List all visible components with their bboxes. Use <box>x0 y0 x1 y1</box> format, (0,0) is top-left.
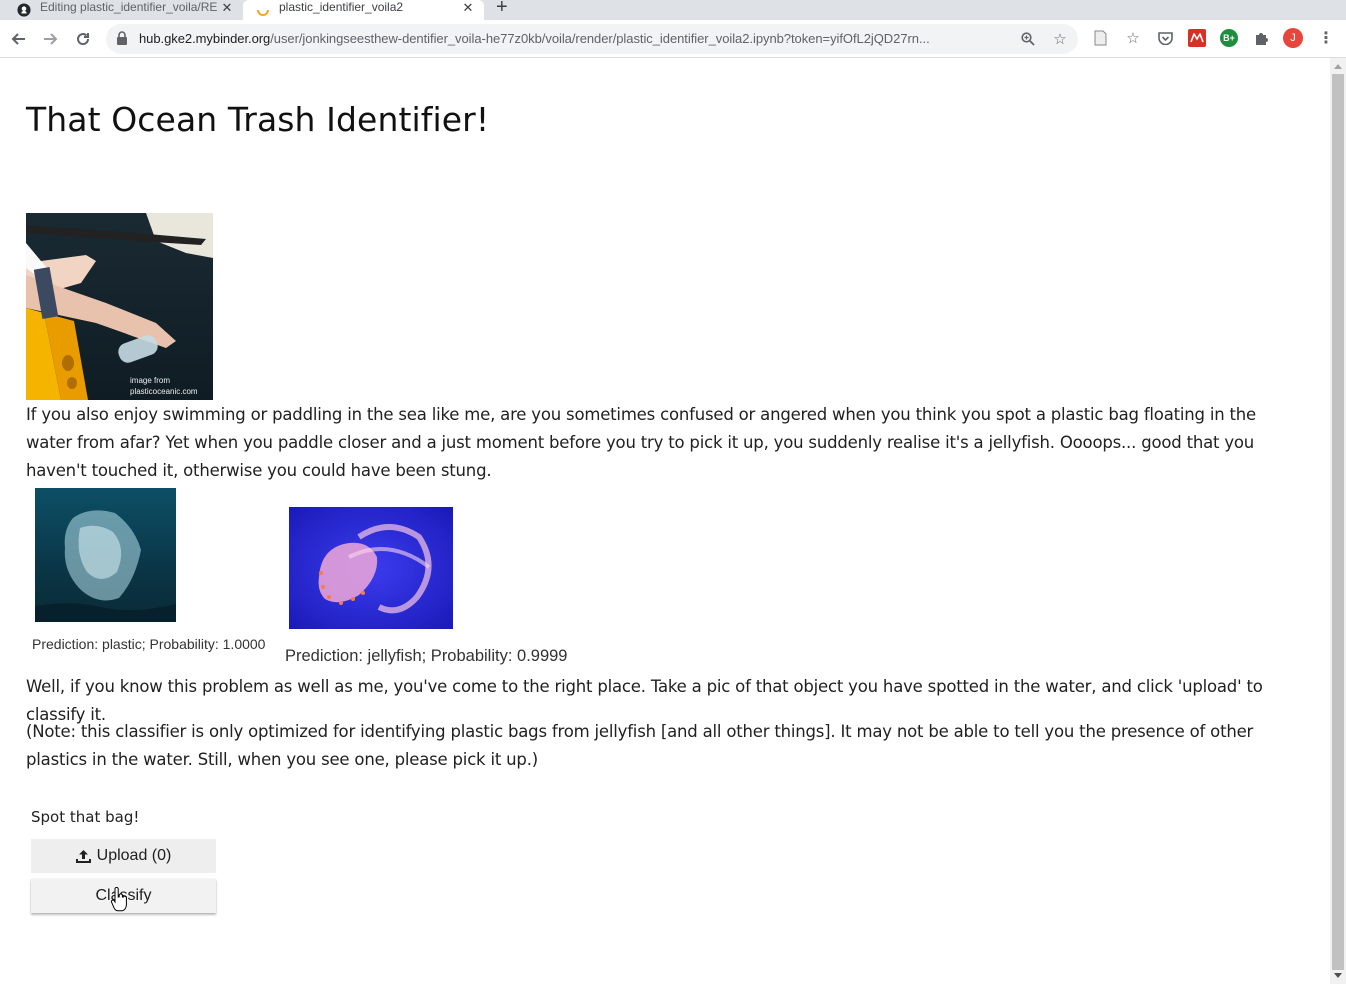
url-text[interactable]: hub.gke2.mybinder.org/user/jonkingseesth… <box>139 31 930 46</box>
back-icon[interactable] <box>7 28 29 50</box>
upload-button-label: Upload (0) <box>96 847 172 864</box>
hero-credit-line1: image from <box>130 376 170 385</box>
tab-close-icon[interactable]: ✕ <box>460 0 476 16</box>
intro-paragraph: If you also enjoy swimming or paddling i… <box>26 405 1257 480</box>
url-path: /user/jonkingseesthew-dentifier_voila-he… <box>270 31 930 46</box>
jellyfish-prediction-caption: Prediction: jellyfish; Probability: 0.99… <box>285 647 568 665</box>
extensions-puzzle-icon[interactable] <box>1252 29 1270 47</box>
note-paragraph: (Note: this classifier is only optimized… <box>26 722 1254 769</box>
upload-button[interactable]: Upload (0) <box>31 839 216 873</box>
lock-icon[interactable] <box>116 31 130 47</box>
forward-icon[interactable] <box>40 28 62 50</box>
kebab-menu-icon[interactable]: ⋮ <box>1317 29 1335 47</box>
scroll-down-icon[interactable] <box>1334 973 1342 978</box>
github-icon <box>17 3 31 17</box>
extension-bplus-icon[interactable]: B+ <box>1220 29 1238 47</box>
plastic-prediction-caption: Prediction: plastic; Probability: 1.0000 <box>32 636 266 652</box>
url-host: hub.gke2.mybinder.org <box>139 31 271 46</box>
hero-image: image from plasticoceanic.com <box>26 213 213 400</box>
tab-title: Editing plastic_identifier_voila/RE <box>40 0 218 14</box>
tab-editing-readme[interactable]: Editing plastic_identifier_voila/RE ✕ <box>0 0 243 20</box>
hero-credit-line2: plasticoceanic.com <box>130 387 198 396</box>
scroll-up-icon[interactable] <box>1334 64 1342 69</box>
tab-close-icon[interactable]: ✕ <box>219 0 235 16</box>
page-viewport: That Ocean Trash Identifier! image from … <box>0 58 1330 984</box>
zoom-icon[interactable] <box>1019 30 1037 48</box>
jellyfish-image <box>289 507 453 629</box>
tab-title: plastic_identifier_voila2 <box>279 0 404 14</box>
mendeley-icon[interactable] <box>1188 29 1206 47</box>
scrollbar-thumb[interactable] <box>1332 74 1344 970</box>
tab-voila[interactable]: plastic_identifier_voila2 ✕ <box>243 0 484 20</box>
widget-label: Spot that bag! <box>31 808 140 826</box>
bookmark-star-icon[interactable]: ☆ <box>1051 30 1069 48</box>
hand-cursor-icon <box>110 887 127 912</box>
reading-list-icon[interactable]: ☆ <box>1124 29 1142 47</box>
profile-avatar[interactable]: J <box>1283 28 1303 48</box>
new-tab-icon[interactable]: + <box>496 0 508 19</box>
vertical-scrollbar[interactable] <box>1330 58 1346 984</box>
plastic-bag-image <box>35 488 176 622</box>
pocket-icon[interactable] <box>1156 29 1174 47</box>
loading-spinner-icon <box>256 3 270 17</box>
upload-icon <box>75 849 91 863</box>
tab-strip: Editing plastic_identifier_voila/RE ✕ pl… <box>0 0 1346 20</box>
document-icon[interactable] <box>1091 29 1109 47</box>
browser-toolbar: hub.gke2.mybinder.org/user/jonkingseesth… <box>0 20 1346 58</box>
reload-icon[interactable] <box>72 28 94 50</box>
address-bar[interactable]: hub.gke2.mybinder.org/user/jonkingseesth… <box>106 24 1078 54</box>
page-title: That Ocean Trash Identifier! <box>26 100 490 139</box>
